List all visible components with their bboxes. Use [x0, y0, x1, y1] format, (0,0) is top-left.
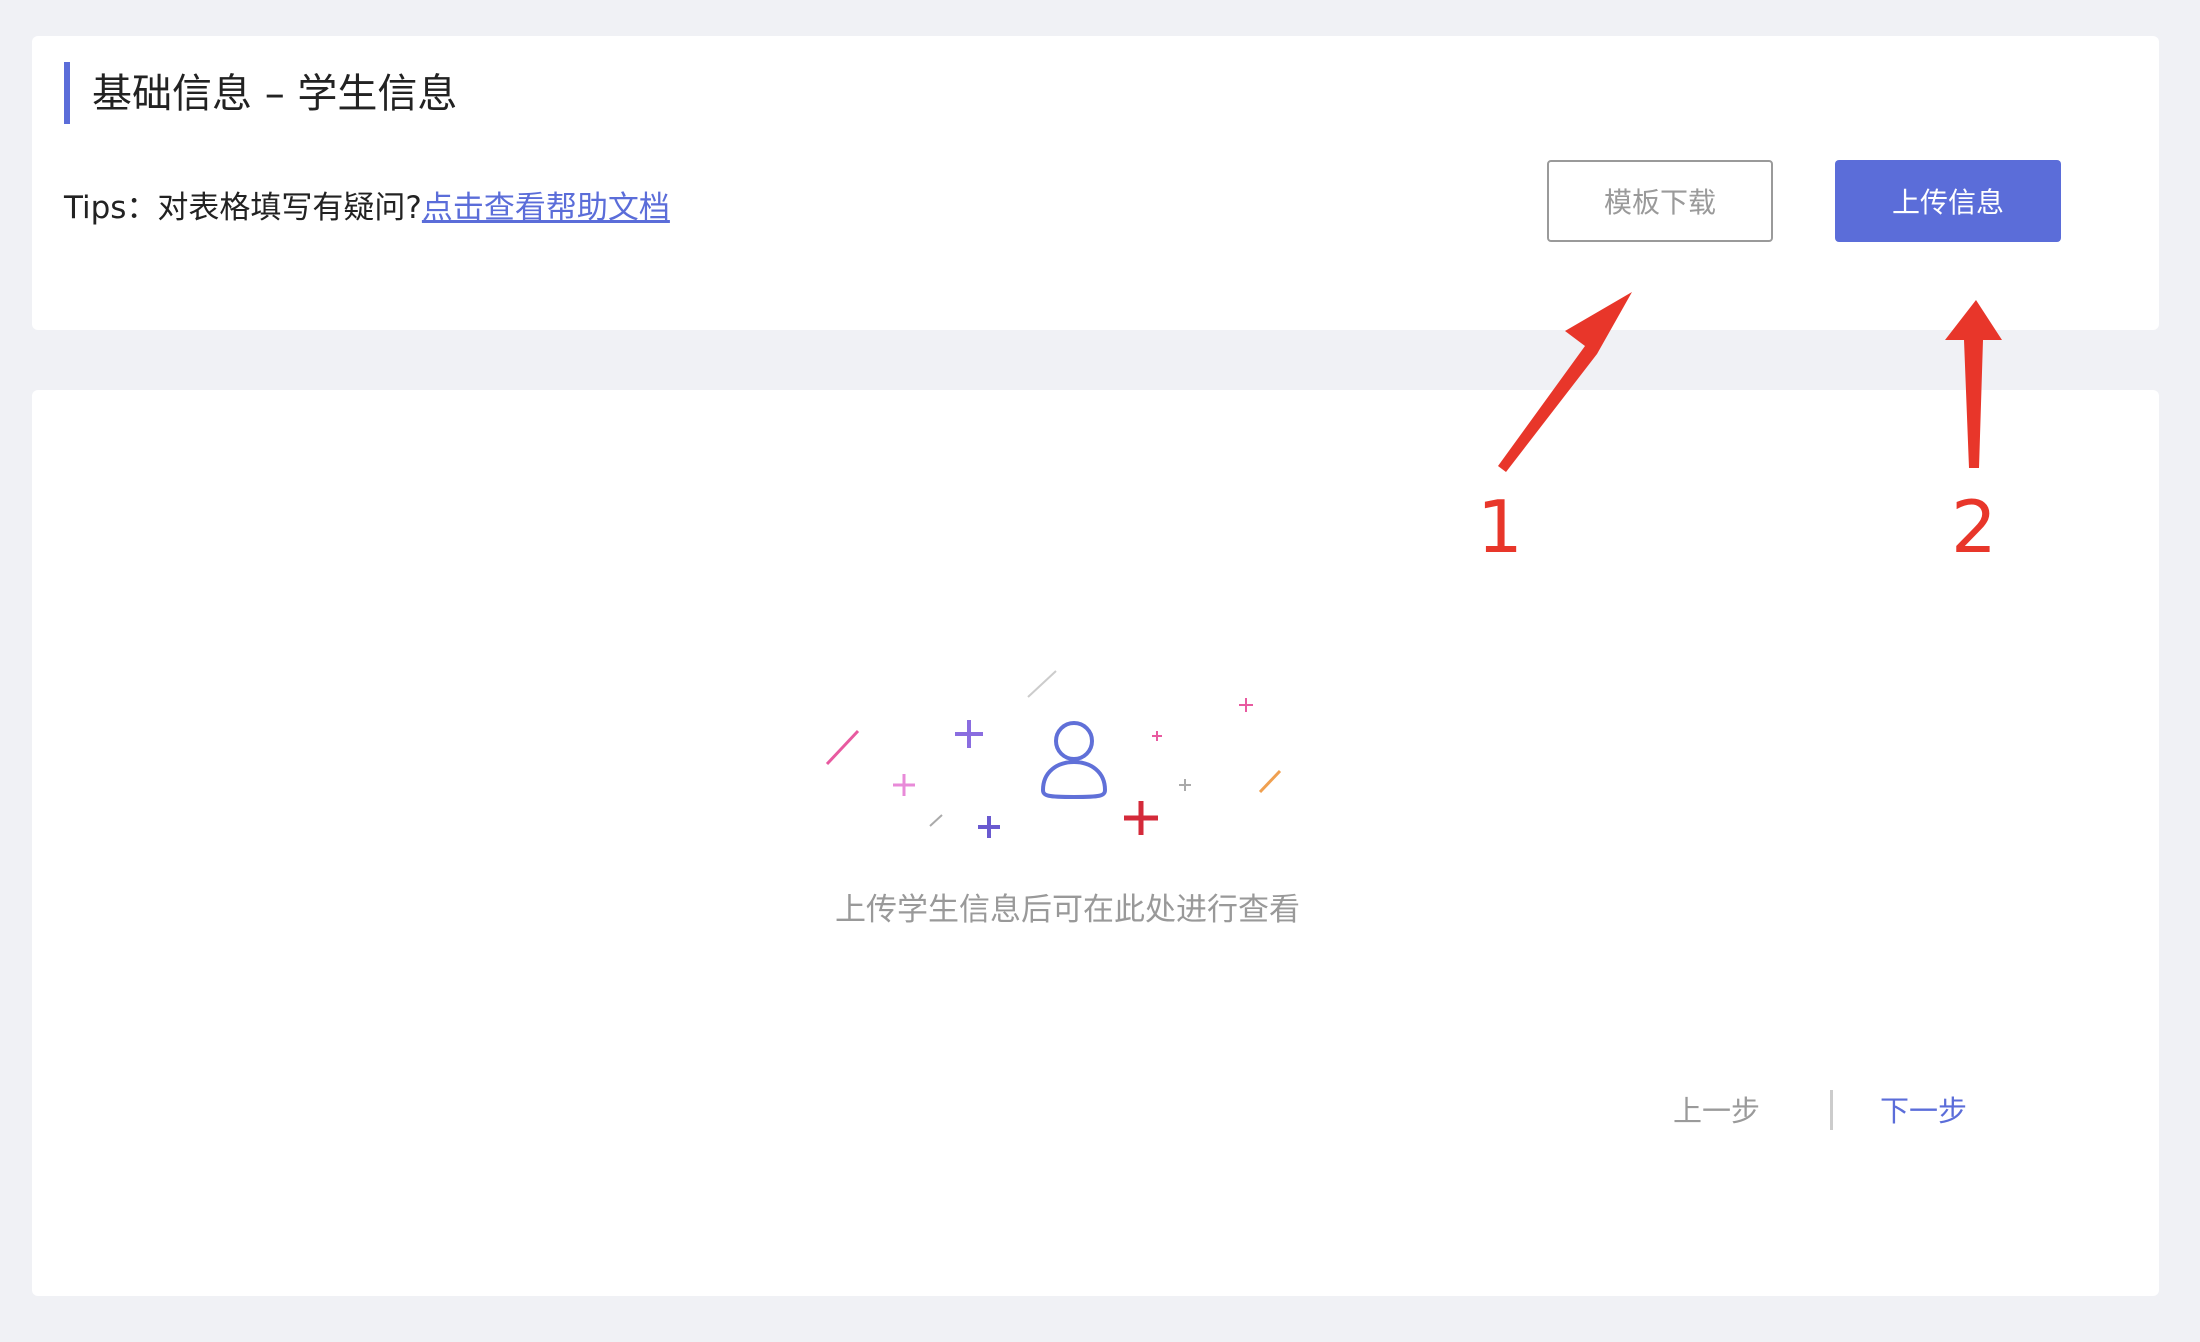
tips-line: Tips：对表格填写有疑问?点击查看帮助文档: [64, 188, 670, 228]
next-step-button[interactable]: 下一步: [1880, 1092, 1967, 1130]
nav-divider: [1830, 1090, 1833, 1130]
title-accent-bar: [64, 62, 70, 124]
content-card: [32, 390, 2159, 1296]
page-title: 基础信息 – 学生信息: [92, 71, 458, 117]
annotation-number-1: 1: [1477, 485, 1523, 569]
upload-info-button[interactable]: 上传信息: [1835, 160, 2061, 242]
tips-text: Tips：对表格填写有疑问?: [64, 190, 422, 226]
empty-state-message: 上传学生信息后可在此处进行查看: [835, 892, 1300, 928]
template-download-button[interactable]: 模板下载: [1547, 160, 1773, 242]
help-doc-link[interactable]: 点击查看帮助文档: [422, 190, 670, 226]
prev-step-button[interactable]: 上一步: [1673, 1092, 1760, 1130]
annotation-number-2: 2: [1951, 485, 1997, 569]
